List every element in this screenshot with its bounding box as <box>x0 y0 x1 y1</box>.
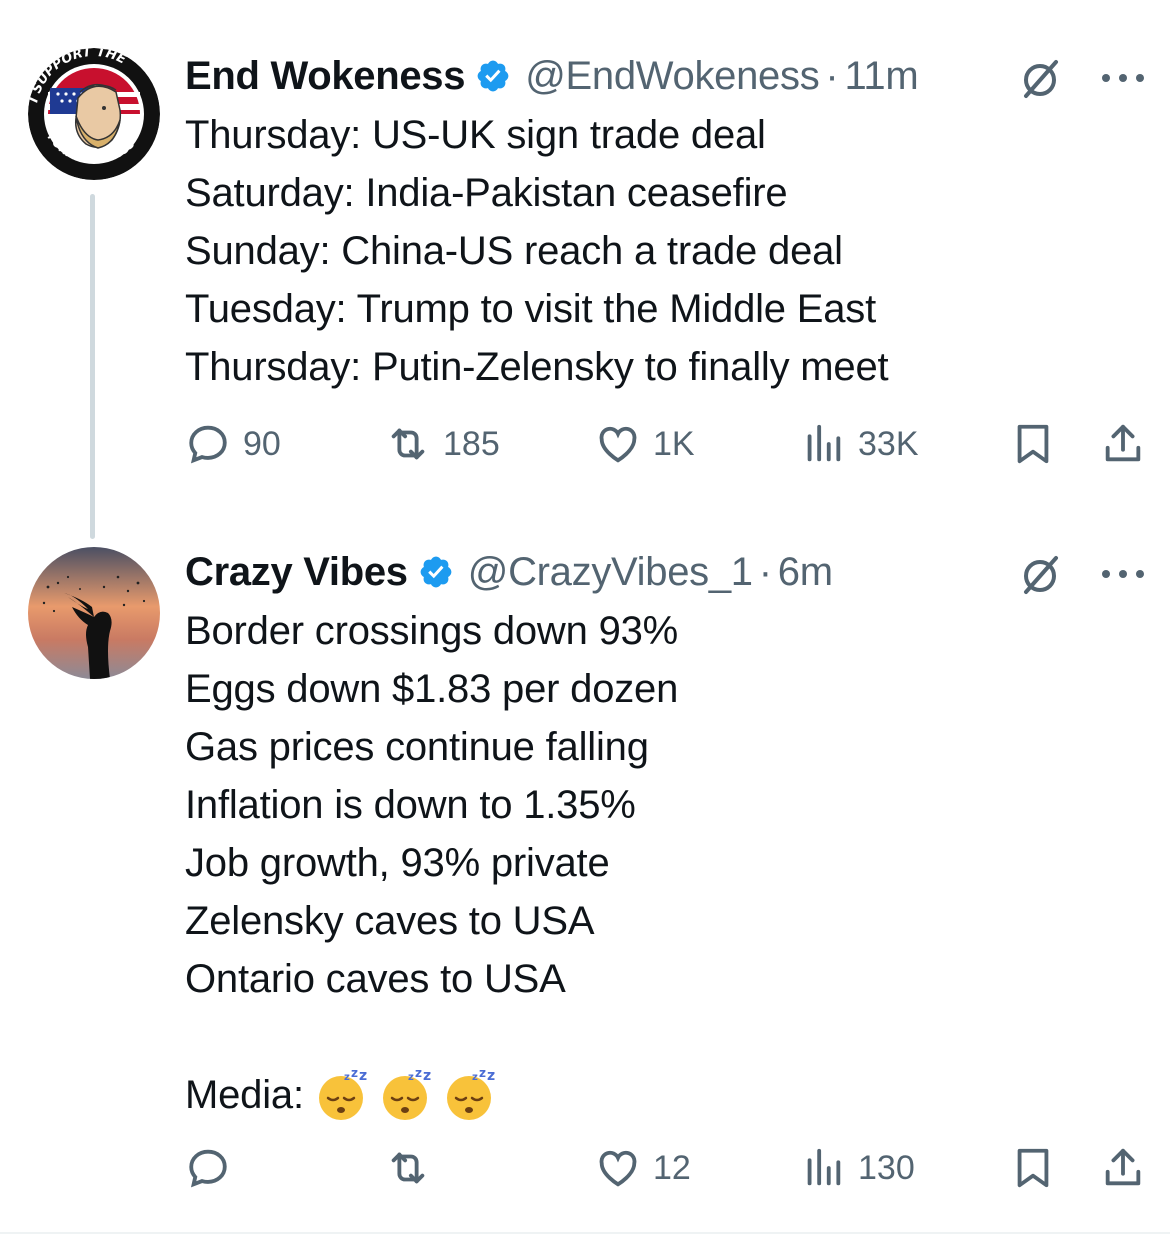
bookmark-icon <box>1017 424 1049 464</box>
separator: · <box>758 549 772 594</box>
author-handle[interactable]: @EndWokeness <box>525 54 820 99</box>
timestamp[interactable]: 6m <box>778 550 833 595</box>
tweet[interactable]: I SUPPORT THE FORMER THINGS End Wokeness… <box>0 0 1170 539</box>
repost-icon <box>391 428 425 460</box>
reply-count: 90 <box>243 424 281 463</box>
action-bar: 90 185 1K 33K <box>185 416 1146 472</box>
like-icon <box>599 426 637 463</box>
like-button[interactable]: 1K <box>595 416 695 472</box>
tweet-header: End Wokeness @EndWokeness · 11m <box>185 48 1146 104</box>
tweet-line: Sunday: China-US reach a trade deal <box>185 229 843 273</box>
views-icon <box>807 424 841 462</box>
repost-button[interactable] <box>385 1140 443 1196</box>
tweet-line: Border crossings down 93% <box>185 609 679 653</box>
repost-button[interactable]: 185 <box>385 416 500 472</box>
bookmark-icon <box>1017 1148 1049 1188</box>
svg-text:z: z <box>472 1072 478 1083</box>
tweet-line: Job growth, 93% private <box>185 841 610 885</box>
more-icon[interactable] <box>1100 72 1146 84</box>
timestamp[interactable]: 11m <box>844 54 918 99</box>
tweet-line: Saturday: India-Pakistan ceasefire <box>185 171 788 215</box>
bookmark-button[interactable] <box>1010 416 1056 472</box>
avatar-badge-icon: I SUPPORT THE FORMER THINGS <box>28 48 160 180</box>
share-button[interactable] <box>1100 1140 1146 1196</box>
grok-icon[interactable] <box>1016 54 1064 102</box>
thread-line <box>90 194 95 539</box>
author-name[interactable]: End Wokeness <box>185 54 466 99</box>
like-count: 12 <box>653 1148 691 1187</box>
verified-icon[interactable] <box>475 58 511 94</box>
like-count: 1K <box>653 424 695 463</box>
repost-icon <box>391 1152 425 1184</box>
tweet-line: Inflation is down to 1.35% <box>185 783 636 827</box>
author-name[interactable]: Crazy Vibes <box>185 550 408 595</box>
avatar[interactable] <box>28 547 160 679</box>
svg-text:z: z <box>487 1068 495 1084</box>
views-button[interactable]: 33K <box>800 416 919 472</box>
tweet-content: End Wokeness @EndWokeness · 11m Thursday… <box>185 48 1146 396</box>
divider <box>0 1232 1170 1234</box>
tweet-line: Tuesday: Trump to visit the Middle East <box>185 287 877 331</box>
svg-text:z: z <box>408 1072 414 1083</box>
sleeping-face-icon: z z z <box>318 1068 367 1120</box>
reply-icon <box>189 1149 227 1188</box>
svg-text:z: z <box>344 1072 350 1083</box>
tweet-line: Thursday: Putin-Zelensky to finally meet <box>185 345 889 389</box>
tweet-line: Thursday: US-UK sign trade deal <box>185 113 766 157</box>
grok-icon[interactable] <box>1016 550 1064 598</box>
share-icon <box>1105 424 1141 462</box>
more-icon[interactable] <box>1100 568 1146 580</box>
views-count: 33K <box>858 424 919 463</box>
like-icon <box>599 1150 637 1187</box>
tweet[interactable]: Crazy Vibes @CrazyVibes_1 · 6m Border cr… <box>0 520 1170 1234</box>
share-icon <box>1105 1148 1141 1186</box>
tweet-line: Zelensky caves to USA <box>185 899 595 943</box>
svg-text:z: z <box>351 1068 358 1080</box>
tweet-line: Gas prices continue falling <box>185 725 649 769</box>
tweet-content: Crazy Vibes @CrazyVibes_1 · 6m Border cr… <box>185 544 1146 1124</box>
svg-text:z: z <box>359 1068 367 1084</box>
reply-button[interactable]: 90 <box>185 416 281 472</box>
silhouette-avatar-icon <box>28 547 160 679</box>
sleeping-face-icon: z z z <box>446 1068 495 1120</box>
action-bar: 12 130 <box>185 1140 1146 1196</box>
media-line: Media: z z z z z z z z z <box>185 1066 1146 1124</box>
avatar[interactable]: I SUPPORT THE FORMER THINGS <box>28 48 160 180</box>
repost-count: 185 <box>443 424 500 463</box>
like-button[interactable]: 12 <box>595 1140 691 1196</box>
reply-button[interactable] <box>185 1140 243 1196</box>
views-count: 130 <box>858 1148 915 1187</box>
media-label: Media: <box>185 1073 304 1117</box>
svg-text:z: z <box>423 1068 431 1084</box>
svg-text:z: z <box>479 1068 486 1080</box>
reply-icon <box>189 425 227 464</box>
tweet-text: Border crossings down 93% Eggs down $1.8… <box>185 602 1146 1124</box>
sleeping-face-icon: z z z <box>382 1068 431 1120</box>
tweet-text: Thursday: US-UK sign trade deal Saturday… <box>185 106 1146 396</box>
separator: · <box>825 53 839 98</box>
svg-text:z: z <box>415 1068 422 1080</box>
views-icon <box>807 1148 841 1186</box>
verified-icon[interactable] <box>418 554 454 590</box>
share-button[interactable] <box>1100 416 1146 472</box>
tweet-line: Eggs down $1.83 per dozen <box>185 667 679 711</box>
tweet-header: Crazy Vibes @CrazyVibes_1 · 6m <box>185 544 1146 600</box>
bookmark-button[interactable] <box>1010 1140 1056 1196</box>
views-button[interactable]: 130 <box>800 1140 915 1196</box>
author-handle[interactable]: @CrazyVibes_1 <box>468 550 753 595</box>
tweet-line: Ontario caves to USA <box>185 957 566 1001</box>
